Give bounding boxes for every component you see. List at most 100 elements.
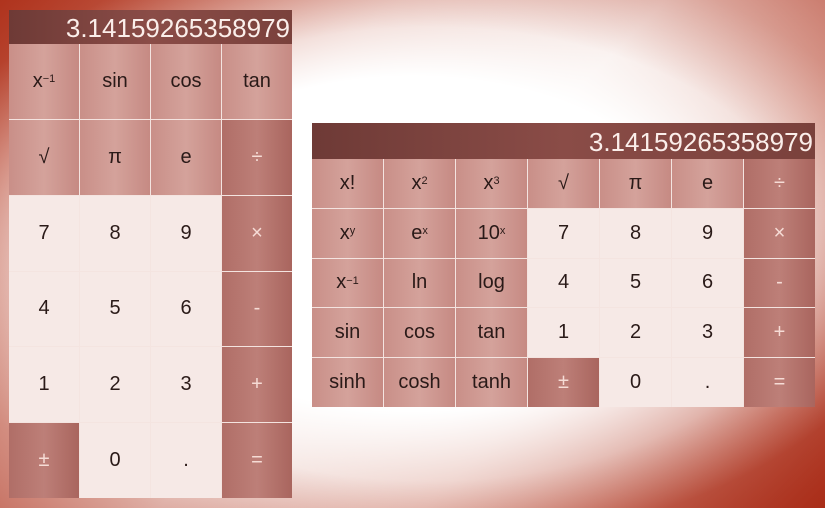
key-tan[interactable]: tan	[456, 308, 527, 358]
key-label: x	[32, 69, 43, 92]
key-label: tanh	[472, 371, 511, 394]
calculator-portrait: 3.14159265358979 x −1 sin cos tan √ π e ÷ 7 8 9 × 4 5 6…	[9, 10, 292, 498]
key-0[interactable]: 0	[80, 423, 150, 498]
key-multiply[interactable]: ×	[744, 208, 815, 258]
key-superscript: 2	[421, 175, 428, 188]
key-e[interactable]: e	[151, 119, 221, 195]
key-cosh[interactable]: cosh	[384, 358, 455, 407]
key-5[interactable]: 5	[600, 258, 671, 308]
key-label: π	[628, 171, 643, 194]
key-tan[interactable]: tan	[222, 44, 292, 119]
key-label: 6	[701, 271, 714, 294]
key-label: x!	[339, 171, 356, 194]
key-pow10[interactable]: 10 x	[456, 208, 527, 258]
key-log[interactable]: log	[456, 258, 527, 308]
key-label: 6	[180, 297, 192, 320]
key-8[interactable]: 8	[80, 195, 150, 271]
key-add[interactable]: +	[744, 308, 815, 358]
key-negate[interactable]: ±	[528, 358, 599, 407]
key-exp[interactable]: ex	[384, 208, 455, 258]
key-power[interactable]: xy	[312, 208, 383, 258]
key-2[interactable]: 2	[80, 347, 150, 423]
key-label: 8	[629, 221, 642, 244]
key-superscript: x	[422, 225, 428, 237]
key-label: 3	[180, 373, 192, 396]
key-label: 9	[180, 221, 192, 244]
key-9[interactable]: 9	[151, 195, 221, 271]
key-decimal[interactable]: .	[672, 358, 743, 407]
key-0[interactable]: 0	[600, 358, 671, 407]
key-label: 3	[701, 321, 714, 344]
key-label: sin	[102, 69, 128, 92]
key-divide[interactable]: ÷	[222, 119, 292, 195]
keypad: x! x 2 x 3 √ π e ÷ x y e x 10 x 7 8 9 × x −1 ln log 4 5 6- sin cos t…	[312, 159, 815, 407]
key-divide[interactable]: ÷	[744, 159, 815, 208]
key-label: 4	[557, 271, 570, 294]
key-label: 8	[109, 221, 121, 244]
key-8[interactable]: 8	[600, 208, 671, 258]
key-e[interactable]: e	[672, 159, 743, 208]
key-subtract[interactable]: -	[744, 258, 815, 308]
key-cos[interactable]: cos	[151, 44, 221, 119]
key-3[interactable]: 3	[151, 347, 221, 423]
key-sin[interactable]: sin	[312, 308, 383, 358]
calculator-display: 3.14159265358979	[312, 123, 815, 159]
key-superscript: y	[349, 225, 356, 237]
key-equals[interactable]: =	[744, 358, 815, 407]
key-1[interactable]: 1	[528, 308, 599, 358]
key-equals[interactable]: =	[222, 423, 292, 498]
key-sqrt[interactable]: √	[528, 159, 599, 208]
key-negate[interactable]: ±	[9, 423, 79, 498]
key-sqrt[interactable]: √	[9, 119, 79, 195]
calculator-display: 3.14159265358979	[9, 10, 292, 44]
key-ln[interactable]: ln	[384, 258, 455, 308]
key-7[interactable]: 7	[9, 195, 79, 271]
key-7[interactable]: 7	[528, 208, 599, 258]
key-superscript: 3	[493, 175, 500, 188]
key-square[interactable]: x2	[384, 159, 455, 208]
key-label: √	[38, 145, 50, 168]
key-6[interactable]: 6	[151, 271, 221, 347]
key-label: 1	[557, 321, 570, 344]
key-label: ln	[411, 271, 428, 294]
key-label: =	[773, 371, 786, 394]
key-decimal[interactable]: .	[151, 423, 221, 498]
key-label: sin	[334, 321, 361, 344]
key-label: x	[411, 171, 422, 194]
key-label: sinh	[329, 371, 366, 394]
key-9[interactable]: 9	[672, 208, 743, 258]
key-reciprocal[interactable]: x −1	[9, 44, 79, 119]
key-factorial[interactable]: x!	[312, 159, 383, 208]
key-label: 5	[109, 297, 121, 320]
key-4[interactable]: 4	[9, 271, 79, 347]
key-tanh[interactable]: tanh	[456, 358, 527, 407]
key-subtract[interactable]: -	[222, 271, 292, 347]
key-4[interactable]: 4	[528, 258, 599, 308]
key-2[interactable]: 2	[600, 308, 671, 358]
key-label: 1	[38, 373, 50, 396]
key-3[interactable]: 3	[672, 308, 743, 358]
key-cube[interactable]: x3	[456, 159, 527, 208]
key-label: x	[483, 171, 494, 194]
key-1[interactable]: 1	[9, 347, 79, 423]
key-label: cos	[403, 321, 436, 344]
key-reciprocal[interactable]: x −1	[312, 258, 383, 308]
key-label: cosh	[398, 371, 441, 394]
key-label: ×	[251, 221, 263, 244]
key-label: tan	[243, 69, 271, 92]
key-label: +	[251, 373, 263, 396]
key-add[interactable]: +	[222, 347, 292, 423]
key-label: 0	[629, 371, 642, 394]
key-label: 2	[629, 321, 642, 344]
key-sinh[interactable]: sinh	[312, 358, 383, 407]
key-pi[interactable]: π	[600, 159, 671, 208]
key-cos[interactable]: cos	[384, 308, 455, 358]
key-label: 7	[557, 221, 570, 244]
key-6[interactable]: 6	[672, 258, 743, 308]
key-pi[interactable]: π	[80, 119, 150, 195]
key-sin[interactable]: sin	[80, 44, 150, 119]
key-5[interactable]: 5	[80, 271, 150, 347]
key-label: 9	[701, 221, 714, 244]
key-label: √	[558, 171, 569, 194]
key-multiply[interactable]: ×	[222, 195, 292, 271]
